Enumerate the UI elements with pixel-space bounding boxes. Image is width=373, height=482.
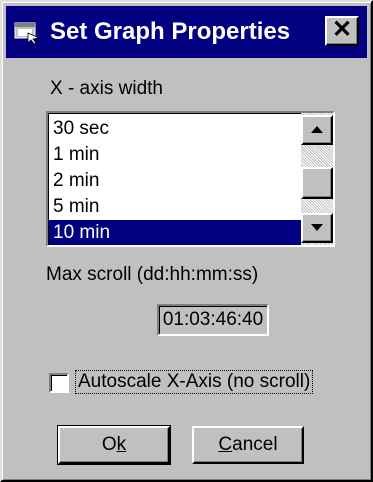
- window-title: Set Graph Properties: [50, 18, 291, 45]
- cancel-label-accelerator: C: [218, 434, 233, 455]
- max-scroll-label: Max scroll (dd:hh:mm:ss): [46, 264, 259, 285]
- xaxis-width-label: X - axis width: [50, 78, 163, 99]
- xaxis-option[interactable]: 5 min: [49, 194, 301, 220]
- xaxis-width-options: 30 sec 1 min 2 min 5 min 10 min: [49, 116, 301, 245]
- cancel-button[interactable]: Cancel: [192, 426, 304, 464]
- ok-label-start: O: [101, 434, 117, 455]
- scroll-up-button[interactable]: [301, 115, 333, 145]
- dialog-window: Set Graph Properties ✕ X - axis width 30…: [0, 0, 373, 482]
- xaxis-width-listbox[interactable]: 30 sec 1 min 2 min 5 min 10 min: [46, 111, 335, 247]
- scroll-down-button[interactable]: [301, 213, 333, 243]
- xaxis-option[interactable]: 30 sec: [49, 116, 301, 142]
- title-bar[interactable]: Set Graph Properties ✕: [6, 6, 367, 58]
- xaxis-option[interactable]: 1 min: [49, 142, 301, 168]
- cancel-label-end: ancel: [232, 434, 278, 455]
- scroll-thumb[interactable]: [301, 167, 333, 199]
- graph-window-icon: [14, 22, 40, 44]
- max-scroll-field[interactable]: 01:03:46:40: [157, 304, 269, 336]
- autoscale-label[interactable]: Autoscale X-Axis (no scroll): [74, 370, 314, 394]
- arrow-up-icon: [311, 126, 323, 133]
- ok-label-accelerator: k: [116, 434, 127, 455]
- ok-button[interactable]: Ok: [57, 425, 171, 465]
- close-button[interactable]: ✕: [325, 16, 359, 46]
- arrow-down-icon: [311, 224, 323, 231]
- xaxis-option[interactable]: 10 min: [49, 220, 301, 245]
- autoscale-checkbox[interactable]: [49, 373, 69, 393]
- close-icon: ✕: [331, 16, 353, 43]
- listbox-scrollbar[interactable]: [301, 113, 333, 245]
- xaxis-option[interactable]: 2 min: [49, 168, 301, 194]
